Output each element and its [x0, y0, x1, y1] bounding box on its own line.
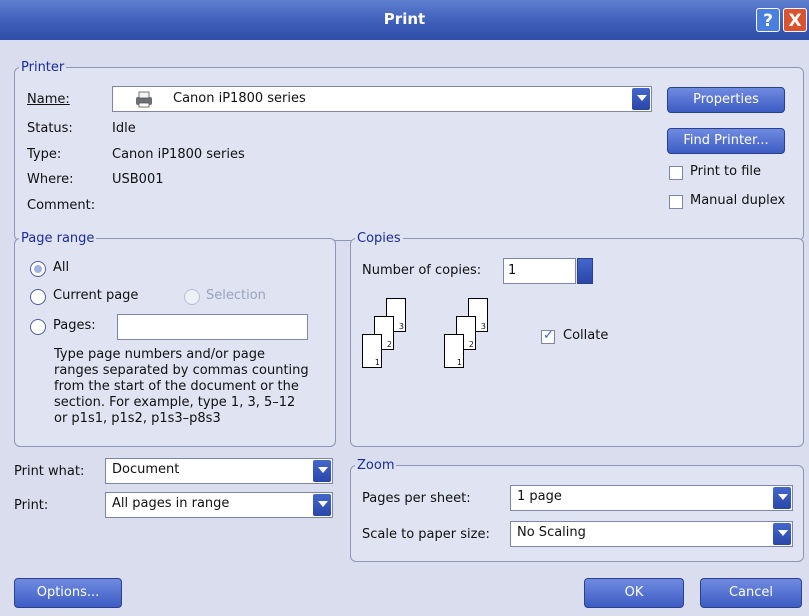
type-value: Canon iP1800 series — [112, 147, 245, 162]
properties-button[interactable]: Properties — [667, 87, 785, 113]
type-label: Type: — [27, 147, 62, 162]
page-range-legend: Page range — [21, 231, 95, 246]
print-select[interactable]: All pages in range — [105, 492, 333, 518]
pages-input[interactable] — [117, 314, 308, 340]
page-icon: 1 — [362, 334, 382, 368]
help-line: ranges separated by commas counting — [54, 363, 309, 378]
chevron-down-icon[interactable] — [773, 523, 791, 545]
help-line: from the start of the document or the — [54, 379, 299, 394]
selection-label: Selection — [206, 288, 266, 303]
all-label[interactable]: All — [53, 260, 69, 275]
scale-to-paper-size-select[interactable]: No Scaling — [510, 521, 793, 547]
print-dialog: Printer Name: Canon iP1800 series Proper… — [0, 40, 809, 616]
page-icon: 1 — [444, 334, 464, 368]
pages-radio[interactable] — [30, 319, 46, 335]
pages-per-sheet-value: 1 page — [517, 489, 562, 504]
help-line: Type page numbers and/or page — [54, 347, 265, 362]
current-page-radio[interactable] — [30, 289, 46, 305]
window-title: Print — [383, 10, 426, 28]
page-range-help-text: Type page numbers and/or page ranges sep… — [54, 347, 309, 427]
print-what-select[interactable]: Document — [105, 458, 333, 484]
manual-duplex-label[interactable]: Manual duplex — [690, 193, 785, 208]
help-button[interactable]: ? — [756, 8, 780, 32]
collate-checkbox[interactable] — [541, 328, 555, 344]
print-value: All pages in range — [112, 496, 230, 511]
where-value: USB001 — [112, 172, 164, 187]
printer-name-label: Name: — [27, 92, 70, 107]
chevron-down-icon[interactable] — [773, 487, 791, 509]
zoom-legend: Zoom — [357, 458, 395, 473]
print-to-file-checkbox[interactable] — [669, 166, 683, 180]
printer-icon — [136, 91, 152, 108]
selection-radio — [184, 289, 200, 305]
status-label: Status: — [27, 121, 73, 136]
pages-per-sheet-select[interactable]: 1 page — [510, 485, 793, 511]
options-button[interactable]: Options... — [14, 578, 122, 608]
status-value: Idle — [112, 121, 136, 136]
find-printer-button[interactable]: Find Printer... — [667, 128, 785, 154]
chevron-down-icon[interactable] — [632, 88, 650, 110]
collate-label[interactable]: Collate — [563, 328, 608, 343]
collate-illustration-2: 3 2 1 — [444, 298, 494, 374]
cancel-button[interactable]: Cancel — [700, 578, 802, 608]
number-of-copies-label: Number of copies: — [362, 263, 482, 278]
printer-group-legend: Printer — [21, 60, 65, 75]
comment-label: Comment: — [27, 198, 96, 213]
title-bar[interactable]: Print ? X — [0, 0, 809, 40]
printer-name-value: Canon iP1800 series — [173, 91, 306, 106]
manual-duplex-checkbox[interactable] — [669, 195, 683, 209]
print-what-label: Print what: — [14, 464, 85, 479]
help-line: or p1s1, p1s2, p1s3–p8s3 — [54, 411, 221, 426]
pages-label[interactable]: Pages: — [53, 318, 96, 333]
where-label: Where: — [27, 172, 74, 187]
current-page-label[interactable]: Current page — [53, 288, 138, 303]
close-button[interactable]: X — [783, 8, 807, 32]
all-radio[interactable] — [30, 261, 46, 277]
pages-per-sheet-label: Pages per sheet: — [362, 491, 471, 506]
print-what-value: Document — [112, 462, 180, 477]
print-to-file-label[interactable]: Print to file — [690, 164, 761, 179]
scale-to-paper-size-label: Scale to paper size: — [362, 527, 490, 542]
chevron-down-icon[interactable] — [313, 460, 331, 482]
printer-name-select[interactable]: Canon iP1800 series — [112, 86, 652, 112]
ok-button[interactable]: OK — [584, 578, 684, 608]
chevron-down-icon[interactable] — [313, 494, 331, 516]
number-of-copies-value: 1 — [508, 263, 517, 278]
number-of-copies-input[interactable]: 1 — [503, 258, 576, 284]
collate-illustration-1: 3 2 1 — [362, 298, 412, 374]
scale-to-paper-size-value: No Scaling — [517, 525, 586, 540]
print-label: Print: — [14, 498, 49, 513]
copies-legend: Copies — [357, 231, 401, 246]
help-line: section. For example, type 1, 3, 5–12 — [54, 395, 296, 410]
copies-spinner[interactable] — [577, 258, 593, 284]
